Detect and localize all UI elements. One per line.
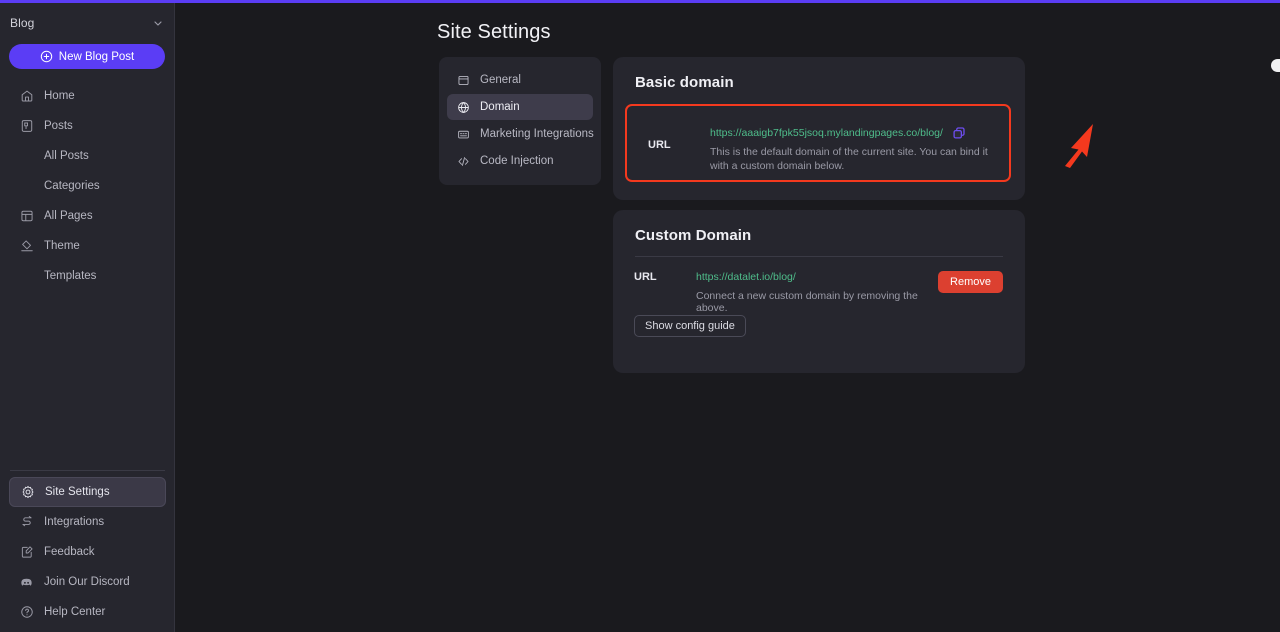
chevron-down-icon [152,17,164,29]
sidebar-nav: Home Posts All Posts Categories All Page… [0,81,174,291]
sidebar-item-feedback[interactable]: Feedback [9,537,166,567]
sidebar-item-label: Integrations [44,516,105,528]
custom-domain-title: Custom Domain [635,227,752,244]
sidebar-item-label: Templates [44,270,97,282]
site-switcher[interactable]: Blog [10,9,164,37]
basic-domain-url-link[interactable]: https://aaaigb7fpk55jsoq.mylandingpages.… [710,127,943,139]
settings-nav-item-general[interactable]: General [447,67,593,93]
sidebar-item-help-center[interactable]: Help Center [9,597,166,627]
basic-domain-description: This is the default domain of the curren… [710,146,988,173]
show-config-guide-button[interactable]: Show config guide [634,315,746,337]
theme-icon [19,239,34,254]
main-content: Site Settings General Domain Marketing I… [175,0,1280,632]
custom-domain-divider [635,256,1003,257]
sidebar-item-theme[interactable]: Theme [9,231,165,261]
new-blog-post-button[interactable]: New Blog Post [9,44,165,69]
copy-icon[interactable] [952,126,966,140]
site-switcher-label: Blog [10,16,35,30]
sidebar-item-all-pages[interactable]: All Pages [9,201,165,231]
sidebar-item-label: Site Settings [45,486,110,498]
new-blog-post-label: New Blog Post [58,50,135,63]
sidebar-item-join-our-discord[interactable]: Join Our Discord [9,567,166,597]
sidebar-item-label: Theme [44,240,80,252]
marketing-icon [456,127,470,141]
sidebar-item-home[interactable]: Home [9,81,165,111]
sidebar-item-label: Categories [44,180,100,192]
sidebar-item-label: Join Our Discord [44,576,130,588]
sidebar: Blog New Blog Post Home Posts All Posts … [0,0,175,632]
settings-nav-item-domain[interactable]: Domain [447,94,593,120]
sidebar-item-posts[interactable]: Posts [9,111,165,141]
pages-icon [19,209,34,224]
remove-button[interactable]: Remove [938,271,1003,293]
sidebar-item-all-posts[interactable]: All Posts [9,141,165,171]
window-icon [456,73,470,87]
sidebar-item-label: Home [44,90,75,102]
home-icon [19,89,34,104]
sidebar-bottom-nav: Site Settings Integrations Feedback Join… [0,477,175,632]
settings-nav-item-label: General [480,74,521,86]
basic-domain-url-row-highlight: URL https://aaaigb7fpk55jsoq.mylandingpa… [625,104,1011,182]
sidebar-item-site-settings[interactable]: Site Settings [9,477,166,507]
sidebar-item-updates[interactable]: Updates [9,627,166,632]
settings-nav-item-label: Code Injection [480,155,554,167]
settings-nav-item-marketing-integrations[interactable]: Marketing Integrations [447,121,594,147]
settings-nav-item-label: Marketing Integrations [480,128,594,140]
discord-icon [19,575,34,590]
top-accent-bar [0,0,1280,3]
globe-icon [456,100,470,114]
help-circle-icon [19,605,34,620]
custom-domain-url-label: URL [634,271,657,283]
custom-domain-url-row: URL https://datalet.io/blog/ Connect a n… [613,267,1025,314]
sidebar-item-label: All Pages [44,210,93,222]
custom-domain-url-link[interactable]: https://datalet.io/blog/ [696,271,796,283]
cursor-arrow-annotation [1059,122,1099,168]
integrations-icon [19,515,34,530]
sidebar-item-templates[interactable]: Templates [9,261,165,291]
gear-icon [20,485,35,500]
basic-domain-title: Basic domain [635,74,734,91]
sidebar-item-label: Posts [44,120,73,132]
sidebar-item-label: Feedback [44,546,95,558]
sidebar-item-integrations[interactable]: Integrations [9,507,166,537]
feedback-icon [19,545,34,560]
basic-domain-url-label: URL [648,139,671,151]
page-title: Site Settings [437,21,551,43]
sidebar-divider [10,470,165,471]
code-icon [456,154,470,168]
sidebar-item-categories[interactable]: Categories [9,171,165,201]
scroll-edge-indicator[interactable] [1271,59,1280,72]
posts-icon [19,119,34,134]
settings-nav: General Domain Marketing Integrations Co… [439,57,601,185]
settings-nav-item-label: Domain [480,101,520,113]
sidebar-item-label: All Posts [44,150,89,162]
settings-nav-item-code-injection[interactable]: Code Injection [447,148,593,174]
basic-domain-card: Basic domain URL https://aaaigb7fpk55jso… [613,57,1025,200]
plus-circle-icon [40,50,53,63]
sidebar-item-label: Help Center [44,606,106,618]
app-root: Blog New Blog Post Home Posts All Posts … [0,0,1280,632]
custom-domain-card: Custom Domain URL https://datalet.io/blo… [613,210,1025,373]
custom-domain-description: Connect a new custom domain by removing … [696,290,918,314]
